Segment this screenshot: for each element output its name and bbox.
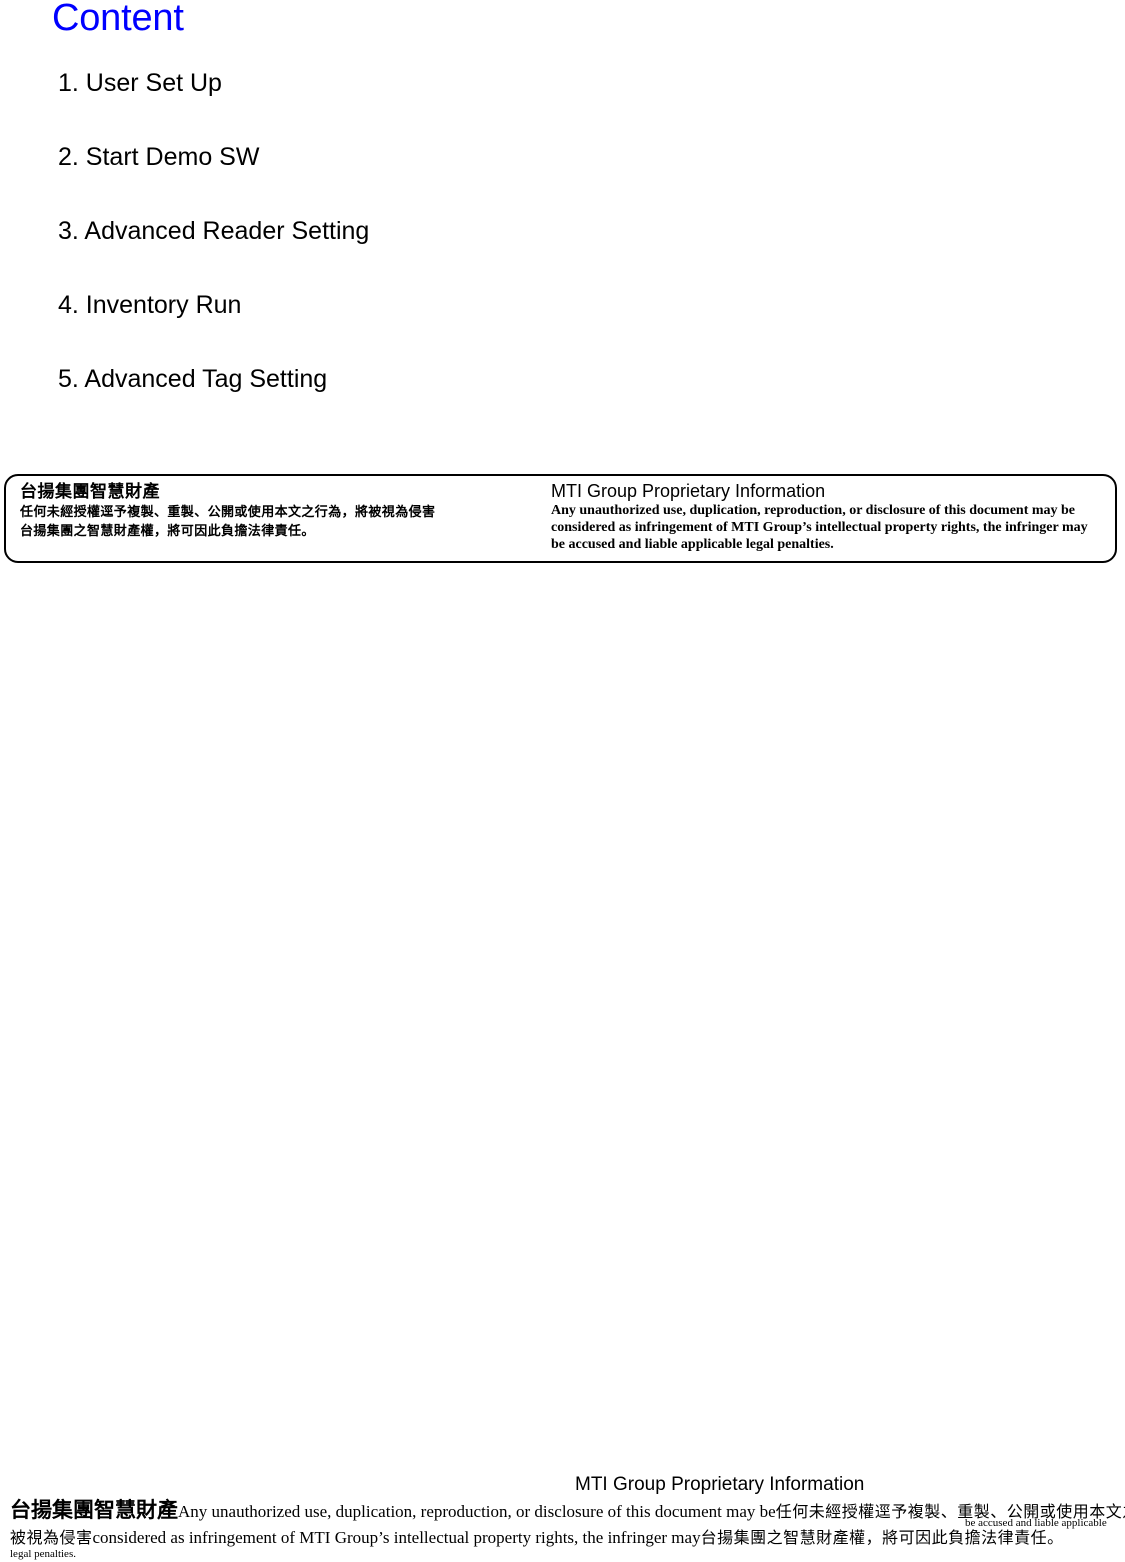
agenda-item-2: 2. Start Demo SW <box>58 143 260 171</box>
footer-english-heading: MTI Group Proprietary Information <box>575 1474 865 1495</box>
agenda-item-3: 3. Advanced Reader Setting <box>58 217 370 245</box>
footer-line-3-english: legal penalties. <box>10 1548 76 1560</box>
footer-line-1-chinese-lead: 台揚集團智慧財產 <box>10 1498 178 1522</box>
agenda-item-1: 1. User Set Up <box>58 69 222 97</box>
footer-line-1: 台揚集團智慧財產Any unauthorized use, duplicatio… <box>10 1494 1125 1524</box>
footer-line-1-english: Any unauthorized use, duplication, repro… <box>178 1502 776 1521</box>
agenda-item-5: 5. Advanced Tag Setting <box>58 365 328 393</box>
footer-line-3: legal penalties. <box>10 1544 76 1562</box>
page-footer: MTI Group Proprietary Information 台揚集團智慧… <box>0 1466 1125 1560</box>
footer-line-2-english: considered as infringement of MTI Group’… <box>92 1528 701 1547</box>
notice-chinese-line-2: 台揚集團之智慧財產權，將可因此負擔法律責任。 <box>20 524 315 539</box>
notice-chinese-line-1: 任何未經授權逕予複製、重製、公開或使用本文之行為，將被視為侵害 <box>20 505 436 520</box>
notice-chinese-column: 台揚集團智慧財產 任何未經授權逕予複製、重製、公開或使用本文之行為，將被視為侵害… <box>20 481 520 541</box>
notice-english-column: MTI Group Proprietary Information Any un… <box>551 480 1111 553</box>
notice-english-line-1: Any unauthorized use, duplication, repro… <box>551 503 1076 518</box>
notice-english-heading: MTI Group Proprietary Information <box>551 481 826 501</box>
page-title: Content <box>52 0 184 39</box>
footer-line-2-chinese-tail: 台揚集團之智慧財產權，將可因此負擔法律責任。 <box>700 1528 1064 1547</box>
proprietary-notice-box: 台揚集團智慧財產 任何未經授權逕予複製、重製、公開或使用本文之行為，將被視為侵害… <box>4 474 1117 563</box>
notice-english-line-2: considered as infringement of MTI Group’… <box>551 520 1088 535</box>
footer-line-2: 被視為侵害considered as infringement of MTI G… <box>10 1524 1125 1548</box>
agenda-item-4: 4. Inventory Run <box>58 291 242 319</box>
footer-small-right-text: be accused and liable applicable <box>965 1517 1107 1529</box>
agenda-list: 1. User Set Up 2. Start Demo SW 3. Advan… <box>58 68 958 395</box>
notice-chinese-heading: 台揚集團智慧財產 <box>20 482 160 502</box>
notice-english-line-3: be accused and liable applicable legal p… <box>551 537 834 552</box>
